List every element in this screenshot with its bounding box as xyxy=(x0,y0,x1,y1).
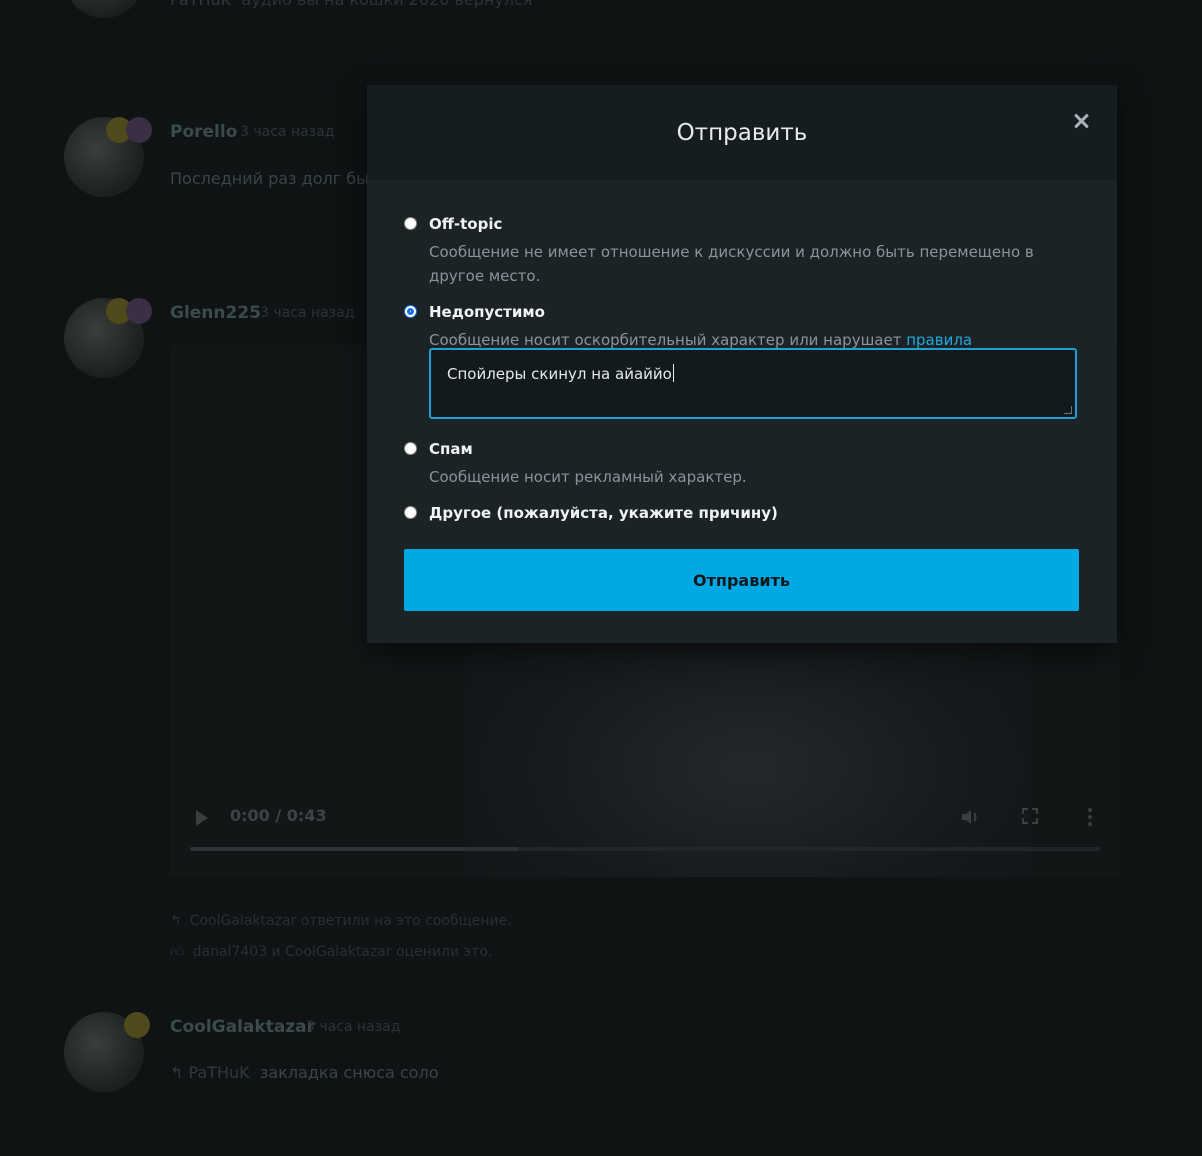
option-off-topic[interactable]: Off-topic Сообщение не имеет отношение к… xyxy=(404,215,1080,285)
option-description: Сообщение не имеет отношение к дискуссии… xyxy=(429,243,1034,285)
option-other[interactable]: Другое (пожалуйста, укажите причину) xyxy=(404,504,1080,528)
reason-text: Спойлеры скинул на айаййо xyxy=(447,364,674,383)
radio-off-topic[interactable] xyxy=(404,217,417,230)
option-description: Сообщение носит рекламный характер. xyxy=(429,468,747,486)
report-modal: Отправить Off-topic Сообщение не имеет о… xyxy=(367,85,1117,643)
option-label[interactable]: Спам xyxy=(429,440,473,458)
submit-button[interactable]: Отправить xyxy=(404,549,1079,611)
reason-value: Спойлеры скинул на айаййо xyxy=(447,365,672,383)
option-label[interactable]: Другое (пожалуйста, укажите причину) xyxy=(429,504,778,522)
text-caret xyxy=(672,364,674,382)
modal-header: Отправить xyxy=(367,85,1117,180)
resize-handle-icon[interactable] xyxy=(1064,406,1072,414)
option-label[interactable]: Off-topic xyxy=(429,215,502,233)
option-spam[interactable]: Спам Сообщение носит рекламный характер. xyxy=(404,440,1080,490)
description-text: Сообщение носит оскорбительный характер … xyxy=(429,331,907,349)
radio-spam[interactable] xyxy=(404,442,417,455)
option-label[interactable]: Недопустимо xyxy=(429,303,545,321)
close-icon[interactable] xyxy=(1071,111,1091,131)
modal-title: Отправить xyxy=(676,120,808,146)
reason-textarea[interactable]: Спойлеры скинул на айаййо xyxy=(429,348,1077,419)
radio-other[interactable] xyxy=(404,506,417,519)
radio-inappropriate[interactable] xyxy=(404,305,417,318)
